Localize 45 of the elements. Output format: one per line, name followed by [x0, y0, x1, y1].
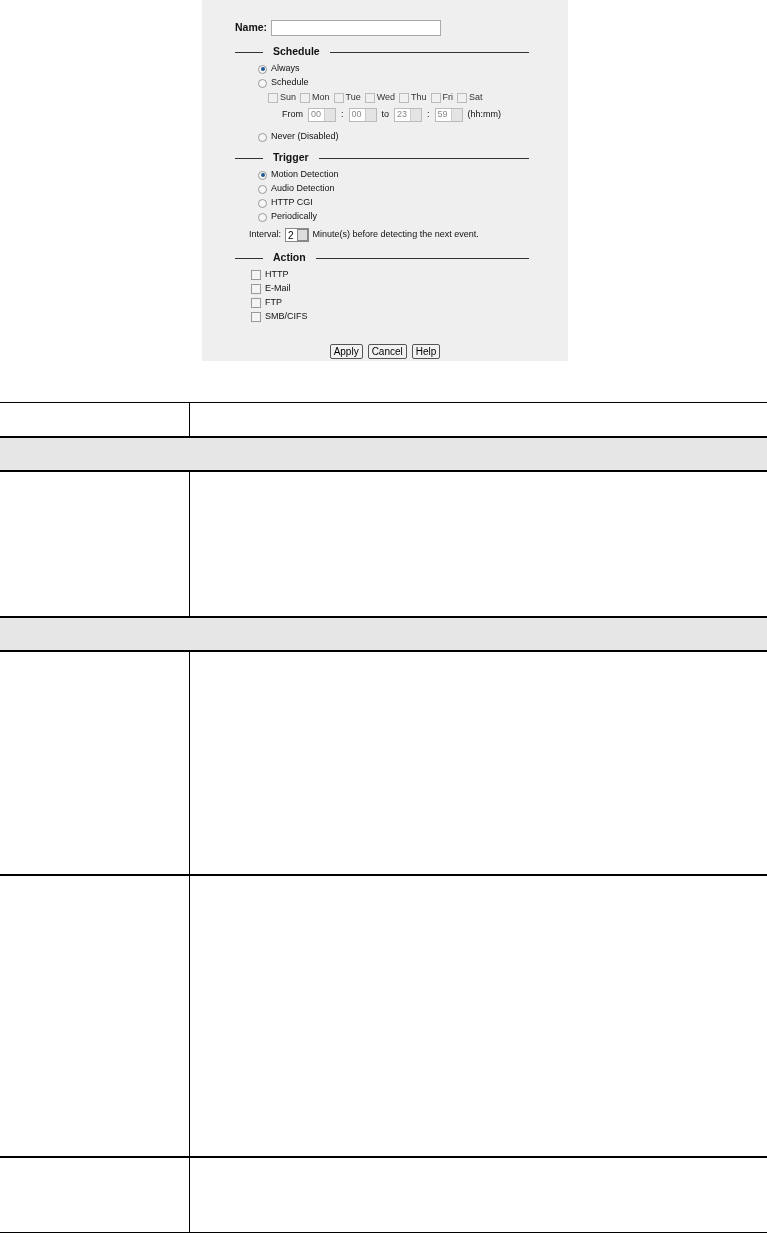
checkbox[interactable]: [251, 270, 261, 280]
day-label: Sun: [280, 91, 296, 105]
option-label: Always: [271, 62, 300, 76]
option-label: HTTP: [265, 268, 289, 282]
option-label: FTP: [265, 296, 282, 310]
dropdown[interactable]: 2: [285, 228, 309, 242]
name-label: Name:: [235, 20, 268, 36]
checkbox[interactable]: [251, 312, 261, 322]
option-label: Periodically: [271, 210, 318, 224]
day-label: Mon: [312, 91, 330, 105]
radio-button[interactable]: [258, 170, 267, 180]
option-label: Schedule: [271, 76, 309, 90]
radio-button[interactable]: [258, 198, 267, 208]
time-format-hint: (hh:mm): [467, 108, 502, 122]
interval-label: Interval:: [249, 228, 281, 242]
name-field[interactable]: [271, 20, 442, 36]
day-label: Fri: [442, 91, 454, 105]
time-separator: :: [341, 108, 344, 122]
option-label: SMB/CIFS: [265, 310, 308, 324]
to-label: to: [381, 108, 390, 122]
time-separator: :: [427, 108, 430, 122]
option-label: Never (Disabled): [271, 130, 339, 144]
day-label: Sat: [469, 91, 483, 105]
interval-suffix: Minute(s) before detecting the next event.: [312, 228, 479, 242]
radio-button[interactable]: [258, 78, 267, 88]
day-label: Thu: [411, 91, 427, 105]
radio-button[interactable]: [258, 212, 267, 222]
option-label: HTTP CGI: [271, 196, 313, 210]
day-label: Tue: [345, 91, 361, 105]
from-label: From: [282, 108, 303, 122]
radio-button[interactable]: [258, 64, 267, 74]
checkbox[interactable]: [251, 284, 261, 294]
day-label: Wed: [376, 91, 396, 105]
section-heading: Trigger: [272, 150, 310, 166]
section-heading: Schedule: [272, 44, 321, 60]
option-label: Motion Detection: [271, 168, 339, 182]
cancel-button[interactable]: Cancel: [367, 344, 407, 359]
help-button[interactable]: Help: [411, 344, 441, 359]
checkbox[interactable]: [251, 298, 261, 308]
section-heading: Action: [272, 250, 307, 266]
option-label: Audio Detection: [271, 182, 335, 196]
radio-button[interactable]: [258, 132, 267, 142]
radio-button[interactable]: [258, 184, 267, 194]
apply-button[interactable]: Apply: [329, 344, 363, 359]
option-label: E-Mail: [265, 282, 291, 296]
